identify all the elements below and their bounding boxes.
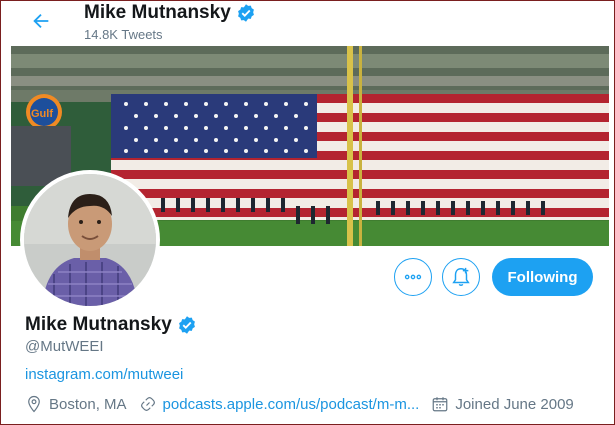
verified-badge-icon (237, 4, 254, 22)
calendar-icon (432, 397, 448, 412)
back-arrow-icon (33, 13, 49, 29)
verified-badge-icon (178, 316, 195, 334)
header-title: Mike Mutnansky (84, 2, 256, 24)
following-button[interactable]: Following (492, 258, 593, 296)
profile-meta: Boston, MA podcasts.apple.com/us/podcast… (25, 395, 586, 413)
bio-link[interactable]: instagram.com/mutweei (25, 366, 183, 383)
header-name: Mike Mutnansky (84, 2, 231, 23)
link-icon (140, 397, 155, 411)
svg-text:Gulf: Gulf (31, 108, 53, 120)
location-text: Boston, MA (49, 395, 127, 413)
profile-name-text: Mike Mutnansky (25, 314, 172, 335)
joined-date: Joined June 2009 (431, 395, 574, 413)
notification-bell-icon (452, 267, 470, 286)
avatar-image (24, 174, 156, 306)
profile-name: Mike Mutnansky (25, 314, 197, 336)
joined-text: Joined June 2009 (455, 395, 574, 413)
tweet-count: 14.8K Tweets (84, 27, 163, 42)
profile-handle: @MutWEEI (25, 338, 104, 355)
notifications-button[interactable] (442, 258, 480, 296)
more-options-button[interactable] (394, 258, 432, 296)
profile-header: Mike Mutnansky 14.8K Tweets (0, 0, 615, 46)
back-button[interactable] (24, 4, 58, 38)
more-icon (404, 274, 422, 280)
location-icon (28, 395, 40, 413)
avatar[interactable] (20, 170, 160, 310)
website-link[interactable]: podcasts.apple.com/us/podcast/m-m... (163, 396, 420, 413)
location: Boston, MA (25, 395, 127, 413)
website: podcasts.apple.com/us/podcast/m-m... (139, 395, 420, 413)
